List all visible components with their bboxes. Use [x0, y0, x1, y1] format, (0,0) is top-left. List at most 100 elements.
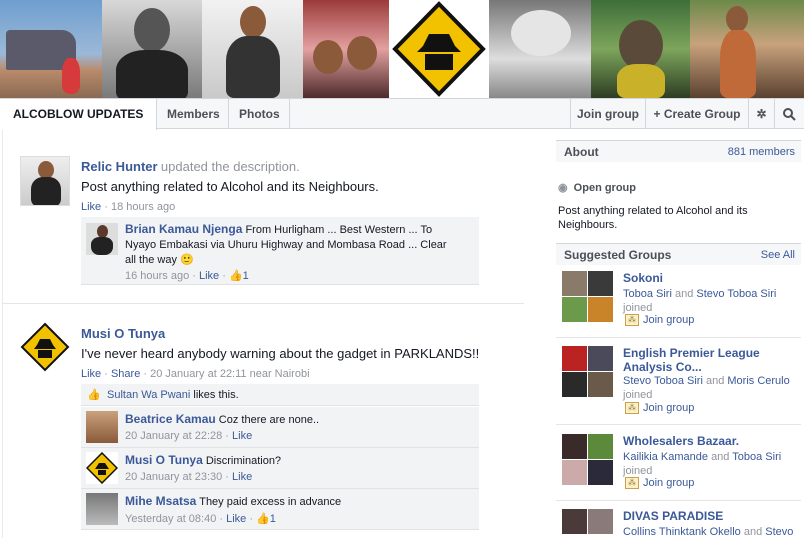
avatar[interactable]	[86, 411, 118, 443]
comment-author[interactable]: Beatrice Kamau	[125, 412, 216, 426]
comment-author[interactable]: Mihe Msatsa	[125, 494, 196, 508]
face-shape	[313, 40, 343, 74]
join-group-button[interactable]: Join group	[570, 99, 645, 129]
post-author[interactable]: Relic Hunter	[81, 159, 158, 174]
cover-photo[interactable]	[303, 0, 389, 98]
tab-group-name[interactable]: ALCOBLOW UPDATES	[0, 99, 157, 130]
join-group-button[interactable]: ⁂ Join group	[625, 314, 694, 327]
group-name[interactable]: Wholesalers Bazaar.	[623, 434, 798, 448]
join-label: Join group	[643, 477, 695, 489]
face-shape	[726, 6, 748, 32]
avatar[interactable]	[86, 452, 118, 484]
group-name[interactable]: English Premier League Analysis Co...	[623, 346, 798, 374]
feed-border	[2, 130, 3, 538]
like-link[interactable]: Like	[81, 368, 101, 380]
group-name[interactable]: DIVAS PARADISE	[623, 509, 798, 523]
comment-meta: Yesterday at 08:40 · Like · 👍1	[125, 513, 276, 525]
comment-time[interactable]: 20 January at 22:28	[125, 430, 222, 442]
cover-photo[interactable]	[0, 0, 102, 98]
person-shape	[720, 30, 756, 98]
thumbs-up-icon[interactable]: 👍	[229, 270, 243, 282]
post-action: updated the description.	[160, 159, 300, 174]
join-group-button[interactable]: ⁂ Join group	[625, 402, 694, 415]
member-count-link[interactable]: 881 members	[728, 146, 795, 158]
person-shape	[226, 36, 280, 98]
face-shape	[619, 20, 663, 70]
comment-time[interactable]: Yesterday at 08:40	[125, 513, 216, 525]
cover-photo[interactable]	[389, 0, 489, 98]
comment-time[interactable]: 20 January at 23:30	[125, 471, 222, 483]
post-author[interactable]: Musi O Tunya	[81, 326, 165, 341]
like-link[interactable]: Like	[81, 201, 101, 213]
person-shape	[617, 64, 665, 98]
group-name[interactable]: Sokoni	[623, 271, 798, 285]
create-group-button[interactable]: + Create Group	[645, 99, 748, 129]
gear-icon: ✲	[756, 107, 767, 121]
post-time[interactable]: 20 January at 22:11 near Nairobi	[150, 368, 309, 380]
comment-meta: 20 January at 23:30 · Like	[125, 471, 253, 483]
member-link[interactable]: Stevo	[765, 526, 793, 538]
avatar[interactable]	[20, 322, 70, 372]
group-member-photos[interactable]	[562, 509, 614, 538]
see-all-link[interactable]: See All	[761, 249, 795, 261]
thumbs-up-icon: 👍	[87, 389, 101, 401]
search-button[interactable]	[774, 99, 804, 129]
group-join-icon: ⁂	[625, 402, 639, 415]
avatar[interactable]	[86, 493, 118, 525]
cover-photo[interactable]	[489, 0, 591, 98]
member-link[interactable]: Moris Cerulo	[727, 375, 789, 387]
thumbs-up-icon[interactable]: 👍	[256, 513, 270, 525]
group-privacy: ◉ Open group	[558, 181, 636, 194]
like-count[interactable]: 1	[270, 513, 276, 525]
share-link[interactable]: Share	[111, 368, 140, 380]
tab-photos[interactable]: Photos	[229, 99, 290, 129]
like-link[interactable]: Like	[232, 430, 252, 442]
group-type: Open group	[573, 182, 636, 194]
divider	[556, 424, 801, 425]
and-text: and	[711, 451, 730, 463]
group-tab-bar: ALCOBLOW UPDATES Members Photos Join gro…	[0, 98, 804, 130]
liker-name[interactable]: Sultan Wa Pwani	[107, 389, 190, 401]
cover-photo[interactable]	[202, 0, 303, 98]
about-title: About	[564, 145, 599, 159]
member-link[interactable]: Toboa Siri	[623, 288, 672, 300]
post-divider	[2, 303, 524, 304]
likes-summary: 👍 Sultan Wa Pwani likes this.	[81, 384, 479, 406]
post-time[interactable]: 18 hours ago	[111, 201, 175, 213]
suggested-group: English Premier League Analysis Co... St…	[562, 346, 802, 420]
avatar[interactable]	[86, 223, 118, 255]
comment-time[interactable]: 16 hours ago	[125, 270, 189, 282]
group-join-icon: ⁂	[625, 477, 639, 490]
settings-button[interactable]: ✲	[748, 99, 774, 129]
like-link[interactable]: Like	[232, 471, 252, 483]
comment-author[interactable]: Brian Kamau Njenga	[125, 222, 242, 236]
joined-text: joined	[623, 302, 653, 314]
cover-photo[interactable]	[102, 0, 202, 98]
group-friends: Toboa Siri and Stevo Toboa Siri joined	[623, 287, 801, 315]
avatar[interactable]	[20, 156, 70, 206]
comment-text: Coz there are none..	[218, 414, 320, 426]
group-member-photos[interactable]	[562, 346, 614, 398]
tab-members[interactable]: Members	[157, 99, 229, 129]
cover-photo[interactable]	[591, 0, 690, 98]
cover-photo[interactable]	[690, 0, 804, 98]
comment-author[interactable]: Musi O Tunya	[125, 453, 203, 467]
group-member-photos[interactable]	[562, 271, 614, 323]
like-link[interactable]: Like	[226, 513, 246, 525]
group-member-photos[interactable]	[562, 434, 614, 486]
person-shape	[31, 177, 61, 205]
member-link[interactable]: Collins Thinktank Okello	[623, 526, 741, 538]
member-link[interactable]: Kailikia Kamande	[623, 451, 708, 463]
comment-meta: 20 January at 22:28 · Like	[125, 430, 253, 442]
like-count[interactable]: 1	[243, 270, 249, 282]
member-link[interactable]: Toboa Siri	[732, 451, 781, 463]
person-shape	[116, 50, 188, 98]
member-link[interactable]: Stevo Toboa Siri	[623, 375, 703, 387]
search-icon	[783, 108, 796, 122]
joined-text: joined	[623, 465, 653, 477]
plus-icon: +	[653, 107, 661, 121]
member-link[interactable]: Stevo Toboa Siri	[696, 288, 776, 300]
join-group-button[interactable]: ⁂ Join group	[625, 477, 695, 490]
like-link[interactable]: Like	[199, 270, 219, 282]
spy-logo-icon	[392, 1, 486, 97]
